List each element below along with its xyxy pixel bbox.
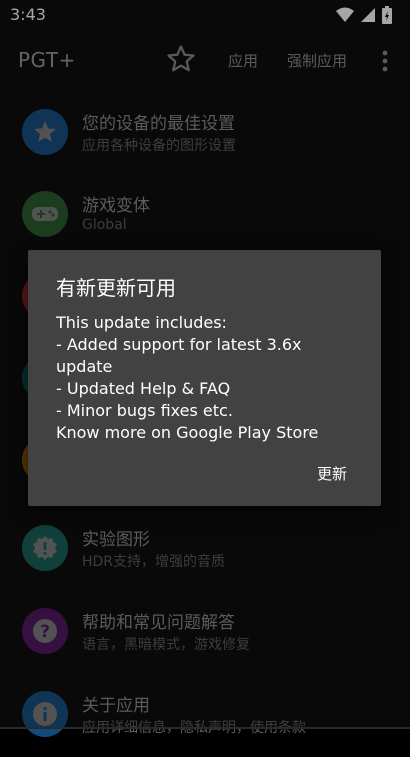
dialog-line: update — [56, 357, 113, 376]
dialog-message: This update includes: - Added support fo… — [56, 312, 356, 444]
update-dialog: 有新更新可用 This update includes: - Added sup… — [28, 250, 381, 506]
dialog-line: - Minor bugs fixes etc. — [56, 401, 233, 420]
dialog-line: - Updated Help & FAQ — [56, 379, 231, 398]
dialog-title: 有新更新可用 — [56, 276, 176, 300]
dialog-line: - Added support for latest 3.6x — [56, 335, 302, 354]
update-button[interactable]: 更新 — [317, 463, 347, 484]
dialog-line: Know more on Google Play Store — [56, 423, 319, 442]
app-screen: 3:43 PGT+ 应用 强制应用 您的设备的最佳设置 应用各种设备的图形设置 — [0, 0, 410, 737]
dialog-line: This update includes: — [56, 313, 227, 332]
